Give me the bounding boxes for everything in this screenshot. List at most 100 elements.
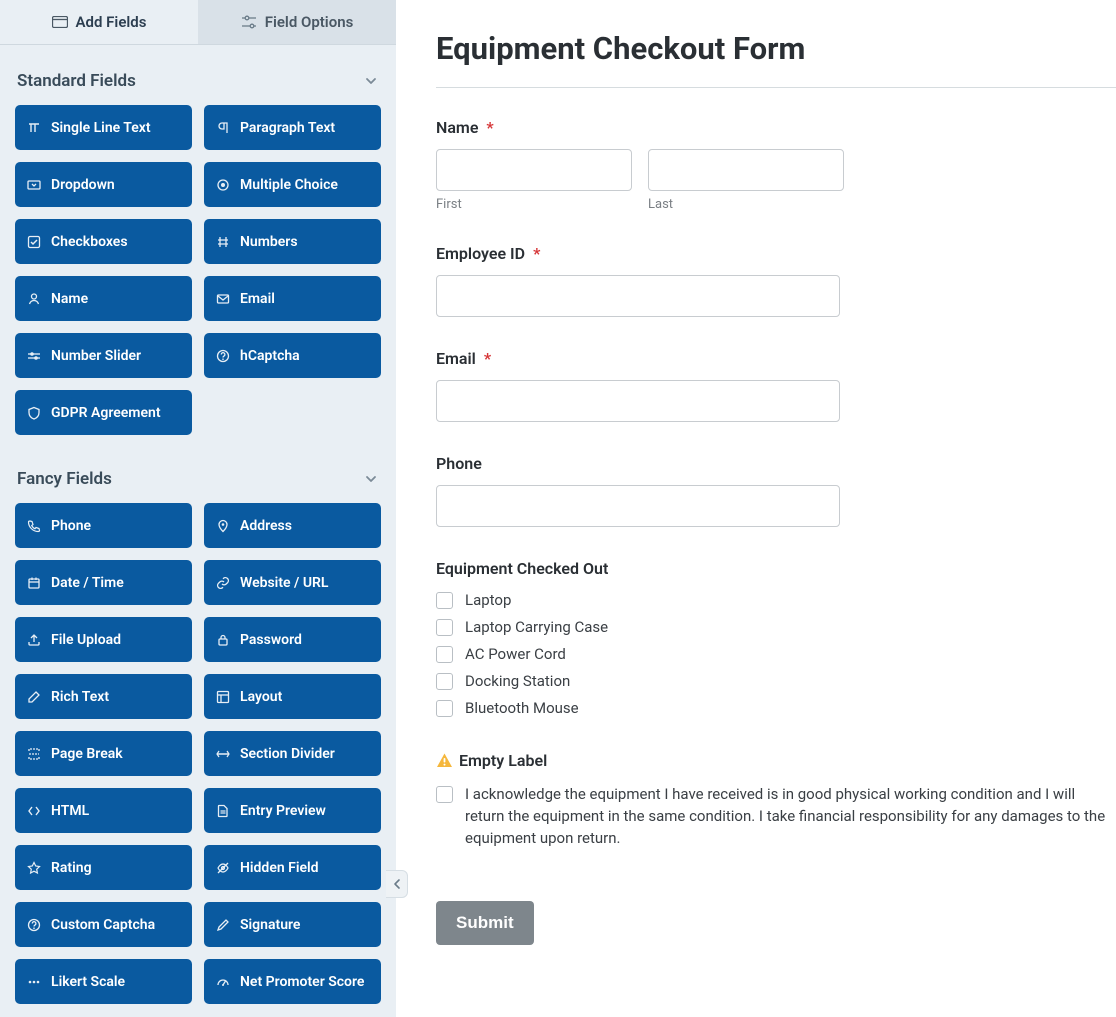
field-type-number-slider[interactable]: Number Slider <box>15 333 192 378</box>
equipment-option-label: Laptop <box>465 590 511 611</box>
last-sublabel: Last <box>648 197 844 212</box>
field-type-net-promoter-score[interactable]: Net Promoter Score <box>204 959 381 1004</box>
field-type-layout[interactable]: Layout <box>204 674 381 719</box>
field-type-address[interactable]: Address <box>204 503 381 548</box>
form-title: Equipment Checkout Form <box>436 30 1116 67</box>
collapse-sidebar-button[interactable] <box>386 870 408 898</box>
name-label: Name * <box>436 118 1116 137</box>
field-type-single-line-text[interactable]: Single Line Text <box>15 105 192 150</box>
last-name-input[interactable] <box>648 149 844 191</box>
layout-icon <box>216 690 230 704</box>
field-type-email[interactable]: Email <box>204 276 381 321</box>
field-button-label: Password <box>240 632 302 648</box>
field-type-dropdown[interactable]: Dropdown <box>15 162 192 207</box>
field-type-hidden-field[interactable]: Hidden Field <box>204 845 381 890</box>
field-button-label: Number Slider <box>51 348 141 364</box>
equipment-option[interactable]: Bluetooth Mouse <box>436 698 1116 719</box>
field-button-label: Date / Time <box>51 575 124 591</box>
equipment-option[interactable]: AC Power Cord <box>436 644 1116 665</box>
tab-field-options[interactable]: Field Options <box>198 0 396 44</box>
equipment-option[interactable]: Laptop Carrying Case <box>436 617 1116 638</box>
form-preview: Equipment Checkout Form Name * First Las… <box>396 0 1116 1017</box>
field-button-label: File Upload <box>51 632 121 648</box>
phone-icon <box>27 519 41 533</box>
field-type-signature[interactable]: Signature <box>204 902 381 947</box>
tab-field-options-label: Field Options <box>265 13 354 31</box>
check-icon <box>27 235 41 249</box>
field-button-label: Dropdown <box>51 177 115 193</box>
field-type-numbers[interactable]: Numbers <box>204 219 381 264</box>
field-type-rich-text[interactable]: Rich Text <box>15 674 192 719</box>
field-type-paragraph-text[interactable]: Paragraph Text <box>204 105 381 150</box>
field-type-entry-preview[interactable]: Entry Preview <box>204 788 381 833</box>
field-type-phone[interactable]: Phone <box>15 503 192 548</box>
equipment-option-label: Docking Station <box>465 671 570 692</box>
checkbox[interactable] <box>436 673 453 690</box>
field-button-label: Paragraph Text <box>240 120 335 136</box>
field-equipment[interactable]: Equipment Checked Out LaptopLaptop Carry… <box>436 559 1116 719</box>
field-type-name[interactable]: Name <box>15 276 192 321</box>
checkbox[interactable] <box>436 592 453 609</box>
field-type-gdpr-agreement[interactable]: GDPR Agreement <box>15 390 192 435</box>
field-name[interactable]: Name * First Last <box>436 118 1116 212</box>
title-divider <box>436 87 1116 88</box>
field-type-page-break[interactable]: Page Break <box>15 731 192 776</box>
required-asterisk: * <box>486 118 493 137</box>
group-title: Fancy Fields <box>17 469 112 489</box>
equipment-option[interactable]: Docking Station <box>436 671 1116 692</box>
chevron-down-icon <box>363 73 379 89</box>
field-email[interactable]: Email * <box>436 349 1116 422</box>
field-type-multiple-choice[interactable]: Multiple Choice <box>204 162 381 207</box>
field-button-label: Email <box>240 291 275 307</box>
field-employee-id[interactable]: Employee ID * <box>436 244 1116 317</box>
field-type-password[interactable]: Password <box>204 617 381 662</box>
checkbox[interactable] <box>436 646 453 663</box>
checkbox[interactable] <box>436 700 453 717</box>
field-type-html[interactable]: HTML <box>15 788 192 833</box>
lock-icon <box>216 633 230 647</box>
field-button-label: Entry Preview <box>240 803 326 819</box>
employee-id-input[interactable] <box>436 275 840 317</box>
field-button-label: Likert Scale <box>51 974 125 990</box>
submit-button[interactable]: Submit <box>436 901 534 945</box>
doc-icon <box>216 804 230 818</box>
field-acknowledgement[interactable]: Empty Label I acknowledge the equipment … <box>436 751 1116 849</box>
email-input[interactable] <box>436 380 840 422</box>
field-phone[interactable]: Phone <box>436 454 1116 527</box>
required-asterisk: * <box>484 349 491 368</box>
code-icon <box>27 804 41 818</box>
field-type-section-divider[interactable]: Section Divider <box>204 731 381 776</box>
field-type-custom-captcha[interactable]: Custom Captcha <box>15 902 192 947</box>
edit-icon <box>27 690 41 704</box>
checkbox[interactable] <box>436 619 453 636</box>
ack-checkbox[interactable] <box>436 786 453 803</box>
field-type-file-upload[interactable]: File Upload <box>15 617 192 662</box>
first-name-input[interactable] <box>436 149 632 191</box>
field-type-date-time[interactable]: Date / Time <box>15 560 192 605</box>
field-type-checkboxes[interactable]: Checkboxes <box>15 219 192 264</box>
field-button-label: Single Line Text <box>51 120 151 136</box>
group-header-standard[interactable]: Standard Fields <box>15 61 381 105</box>
field-type-hcaptcha[interactable]: hCaptcha <box>204 333 381 378</box>
field-type-likert-scale[interactable]: Likert Scale <box>15 959 192 1004</box>
calendar-icon <box>27 576 41 590</box>
phone-input[interactable] <box>436 485 840 527</box>
tab-add-fields[interactable]: Add Fields <box>0 0 198 44</box>
pagebreak-icon <box>27 747 41 761</box>
equipment-option[interactable]: Laptop <box>436 590 1116 611</box>
field-button-label: Page Break <box>51 746 123 762</box>
sidebar: Add Fields Field Options Standard Fields… <box>0 0 396 1017</box>
name-label-text: Name <box>436 118 478 137</box>
warning-icon <box>436 752 453 769</box>
sidebar-tabs: Add Fields Field Options <box>0 0 396 45</box>
group-title: Standard Fields <box>17 71 136 91</box>
field-type-rating[interactable]: Rating <box>15 845 192 890</box>
group-header-fancy[interactable]: Fancy Fields <box>15 459 381 503</box>
field-button-label: Address <box>240 518 292 534</box>
field-button-label: Numbers <box>240 234 298 250</box>
required-asterisk: * <box>533 244 540 263</box>
field-button-label: Multiple Choice <box>240 177 338 193</box>
field-type-website-url[interactable]: Website / URL <box>204 560 381 605</box>
hash-icon <box>216 235 230 249</box>
text-icon <box>27 121 41 135</box>
